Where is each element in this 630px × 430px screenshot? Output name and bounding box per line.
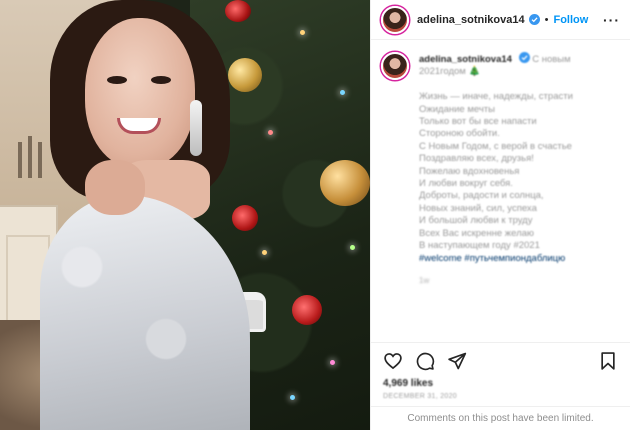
post-header: adelina_sotnikova14 • Follow ···	[371, 0, 630, 40]
post-photo[interactable]	[0, 0, 370, 430]
more-options-icon[interactable]: ···	[603, 12, 620, 28]
photo-ornament	[320, 160, 370, 206]
caption-time[interactable]: 1w	[419, 275, 620, 287]
caption-line: Всех Вас искренне желаю	[419, 227, 535, 239]
photo-tree-light	[300, 30, 305, 35]
photo-earring	[190, 100, 202, 156]
heart-icon	[384, 352, 402, 369]
caption-hashtags[interactable]: #welcome #путьчемпиондаблицю	[419, 253, 620, 265]
caption-line: И любви вокруг себя.	[419, 178, 513, 190]
photo-sweater	[40, 195, 250, 430]
caption: adelina_sotnikova14 С новым 2021годом 🎄 …	[381, 52, 620, 287]
caption-line: Доброты, радости и солнца,	[419, 190, 544, 202]
caption-avatar[interactable]	[381, 52, 409, 80]
paper-plane-icon	[448, 352, 467, 369]
caption-line: Пожелаю вдохновенья	[419, 165, 520, 177]
verified-badge-icon	[518, 52, 530, 63]
photo-tree-light	[262, 250, 267, 255]
photo-tree-light	[268, 130, 273, 135]
photo-tree-light	[330, 360, 335, 365]
caption-line: И большой любви к труду	[419, 215, 533, 227]
caption-line: Поздравляю всех, друзья!	[419, 153, 534, 165]
share-button[interactable]	[447, 351, 467, 371]
caption-line: Только вот бы все напасти	[419, 116, 537, 128]
caption-line: Стороною обойти.	[419, 128, 500, 140]
like-button[interactable]	[383, 351, 403, 371]
caption-username[interactable]: adelina_sotnikova14	[419, 54, 512, 65]
header-separator: •	[544, 13, 549, 26]
photo-ornament	[292, 295, 322, 325]
caption-area: adelina_sotnikova14 С новым 2021годом 🎄 …	[371, 40, 630, 342]
caption-line: С Новым Годом, с верой в счастье	[419, 140, 572, 152]
bookmark-icon	[601, 351, 615, 370]
comment-button[interactable]	[415, 351, 435, 371]
likes-count[interactable]: 4,969 likes	[371, 378, 630, 389]
photo-tree-light	[290, 395, 295, 400]
verified-badge-icon	[528, 14, 540, 25]
save-button[interactable]	[598, 351, 618, 371]
caption-line: Новых знаний, сил, успеха	[419, 202, 537, 214]
avatar[interactable]	[381, 5, 409, 34]
caption-line: Жизнь — иначе, надежды, страсти	[419, 91, 573, 103]
photo-tree-light	[340, 90, 345, 95]
photo-tree-light	[350, 245, 355, 250]
action-bar	[371, 342, 630, 378]
caption-line: Ожидание мечты	[419, 103, 495, 115]
post-sidebar: adelina_sotnikova14 • Follow ··· adelina…	[370, 0, 630, 430]
comments-limited-notice: Comments on this post have been limited.	[371, 406, 630, 430]
header-username[interactable]: adelina_sotnikova14	[417, 14, 525, 26]
comment-icon	[416, 352, 435, 370]
post-date: DECEMBER 31, 2020	[383, 393, 457, 400]
instagram-post: adelina_sotnikova14 • Follow ··· adelina…	[0, 0, 630, 430]
photo-person	[40, 0, 250, 430]
caption-line: В наступающем году #2021	[419, 240, 540, 252]
follow-button[interactable]: Follow	[553, 14, 588, 26]
caption-body: adelina_sotnikova14 С новым 2021годом 🎄 …	[419, 52, 620, 287]
